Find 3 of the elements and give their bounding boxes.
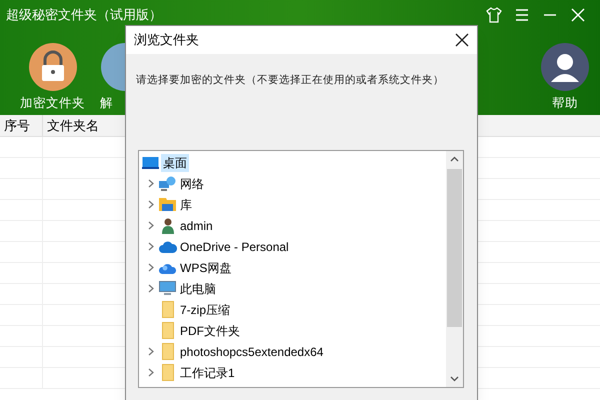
- instruction-text: 请选择要加密的文件夹（不要选择正在使用的或者系统文件夹）: [136, 74, 444, 86]
- dialog-title: 浏览文件夹: [134, 31, 199, 50]
- window-title: 超级秘密文件夹（试用版）: [6, 6, 162, 24]
